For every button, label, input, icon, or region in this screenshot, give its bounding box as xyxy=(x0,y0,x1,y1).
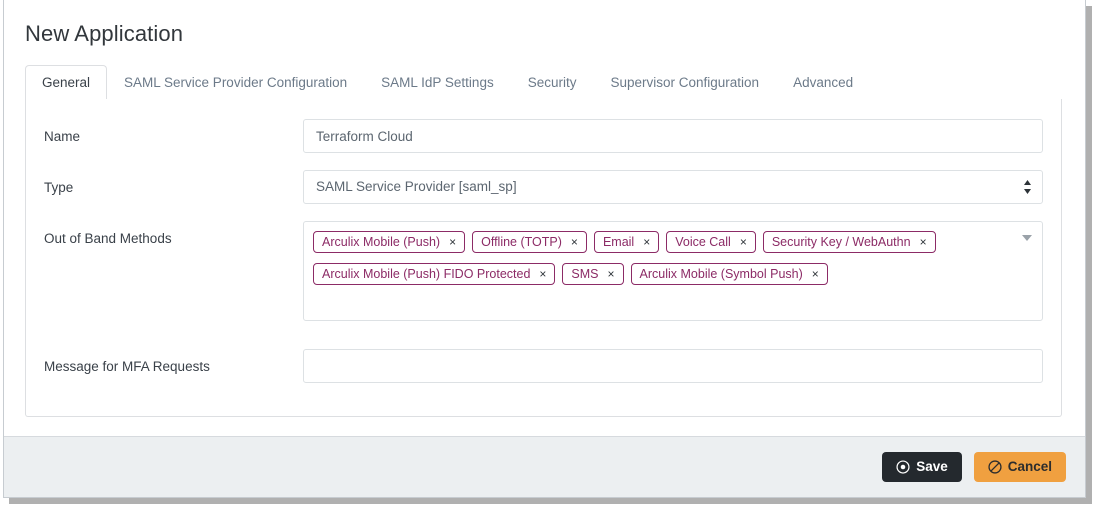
tab-saml-service-provider-configuration[interactable]: SAML Service Provider Configuration xyxy=(107,65,364,100)
dialog-footer: Save Cancel xyxy=(4,436,1085,497)
tab-saml-idp-settings-label: SAML IdP Settings xyxy=(381,75,494,90)
tab-supervisor-configuration-label: Supervisor Configuration xyxy=(610,75,760,90)
tab-saml-service-provider-configuration-label: SAML Service Provider Configuration xyxy=(124,75,348,90)
chip-arculix-mobile-push-fido-protected[interactable]: Arculix Mobile (Push) FIDO Protected × xyxy=(313,263,556,285)
type-select[interactable]: SAML Service Provider [saml_sp] xyxy=(303,170,1043,204)
out-of-band-methods-label: Out of Band Methods xyxy=(44,231,172,246)
chip-remove-icon[interactable]: × xyxy=(447,236,458,248)
tab-general-label: General xyxy=(42,75,91,90)
cancel-button[interactable]: Cancel xyxy=(973,452,1066,482)
dot-circle-icon xyxy=(896,460,910,474)
page-title: New Application xyxy=(25,21,184,46)
screenshot-root: New Application General SAML Service Pro… xyxy=(0,0,1097,513)
chip-remove-icon[interactable]: × xyxy=(738,236,749,248)
ban-icon xyxy=(988,460,1002,474)
out-of-band-methods-multiselect[interactable]: Arculix Mobile (Push) × Offline (TOTP) ×… xyxy=(303,221,1043,321)
tab-bar: General SAML Service Provider Configurat… xyxy=(25,65,1062,100)
cancel-button-label: Cancel xyxy=(1007,459,1052,475)
chip-arculix-mobile-symbol-push[interactable]: Arculix Mobile (Symbol Push) × xyxy=(630,263,828,285)
message-for-mfa-requests-field-wrap xyxy=(303,349,1061,383)
out-of-band-methods-field-wrap: Arculix Mobile (Push) × Offline (TOTP) ×… xyxy=(303,221,1061,321)
message-for-mfa-requests-input[interactable] xyxy=(303,349,1043,383)
chip-label: Offline (TOTP) xyxy=(481,235,562,249)
tab-security-label: Security xyxy=(527,75,577,90)
chip-remove-icon[interactable]: × xyxy=(606,268,617,280)
type-field-wrap: SAML Service Provider [saml_sp] xyxy=(303,170,1061,204)
chip-label: Voice Call xyxy=(675,235,731,249)
chip-offline-totp[interactable]: Offline (TOTP) × xyxy=(472,231,587,253)
name-label: Name xyxy=(44,129,81,144)
chip-arculix-mobile-push[interactable]: Arculix Mobile (Push) × xyxy=(313,231,466,253)
form-row-type: Type SAML Service Provider [saml_sp] xyxy=(26,170,1061,204)
form-row-name: Name xyxy=(26,119,1061,153)
chip-remove-icon[interactable]: × xyxy=(918,236,929,248)
chip-voice-call[interactable]: Voice Call × xyxy=(666,231,756,253)
chip-label: Security Key / WebAuthn xyxy=(771,235,911,249)
chevron-down-icon[interactable] xyxy=(1022,235,1032,241)
chip-label: Arculix Mobile (Push) xyxy=(322,235,441,249)
new-application-window: New Application General SAML Service Pro… xyxy=(3,0,1086,498)
type-label: Type xyxy=(44,180,74,195)
tab-saml-idp-settings[interactable]: SAML IdP Settings xyxy=(364,65,511,100)
chip-remove-icon[interactable]: × xyxy=(569,236,580,248)
tab-security[interactable]: Security xyxy=(511,65,594,100)
chip-email[interactable]: Email × xyxy=(593,231,660,253)
save-button[interactable]: Save xyxy=(882,452,962,482)
tab-advanced-label: Advanced xyxy=(793,75,854,90)
form-row-out-of-band-methods: Out of Band Methods Arculix Mobile (Push… xyxy=(26,221,1061,321)
chip-remove-icon[interactable]: × xyxy=(810,268,821,280)
chip-remove-icon[interactable]: × xyxy=(641,236,652,248)
chip-sms[interactable]: SMS × xyxy=(562,263,624,285)
type-select-wrap: SAML Service Provider [saml_sp] xyxy=(303,170,1043,204)
name-input[interactable] xyxy=(303,119,1043,153)
chip-label: SMS xyxy=(571,267,599,281)
chip-label: Email xyxy=(602,235,635,249)
message-for-mfa-requests-label: Message for MFA Requests xyxy=(44,359,210,374)
general-tab-panel: Name Type SAML Service Provider [saml_sp… xyxy=(25,99,1062,417)
name-field-wrap xyxy=(303,119,1061,153)
chip-list: Arculix Mobile (Push) × Offline (TOTP) ×… xyxy=(313,231,1008,295)
tab-advanced[interactable]: Advanced xyxy=(776,65,870,100)
form-row-message-for-mfa-requests: Message for MFA Requests xyxy=(26,349,1061,383)
chip-label: Arculix Mobile (Push) FIDO Protected xyxy=(322,267,531,281)
chip-remove-icon[interactable]: × xyxy=(537,268,548,280)
tab-supervisor-configuration[interactable]: Supervisor Configuration xyxy=(593,65,776,100)
tab-general[interactable]: General xyxy=(25,65,108,100)
chip-security-key-webauthn[interactable]: Security Key / WebAuthn × xyxy=(762,231,936,253)
chip-label: Arculix Mobile (Symbol Push) xyxy=(639,267,803,281)
save-button-label: Save xyxy=(916,459,948,475)
